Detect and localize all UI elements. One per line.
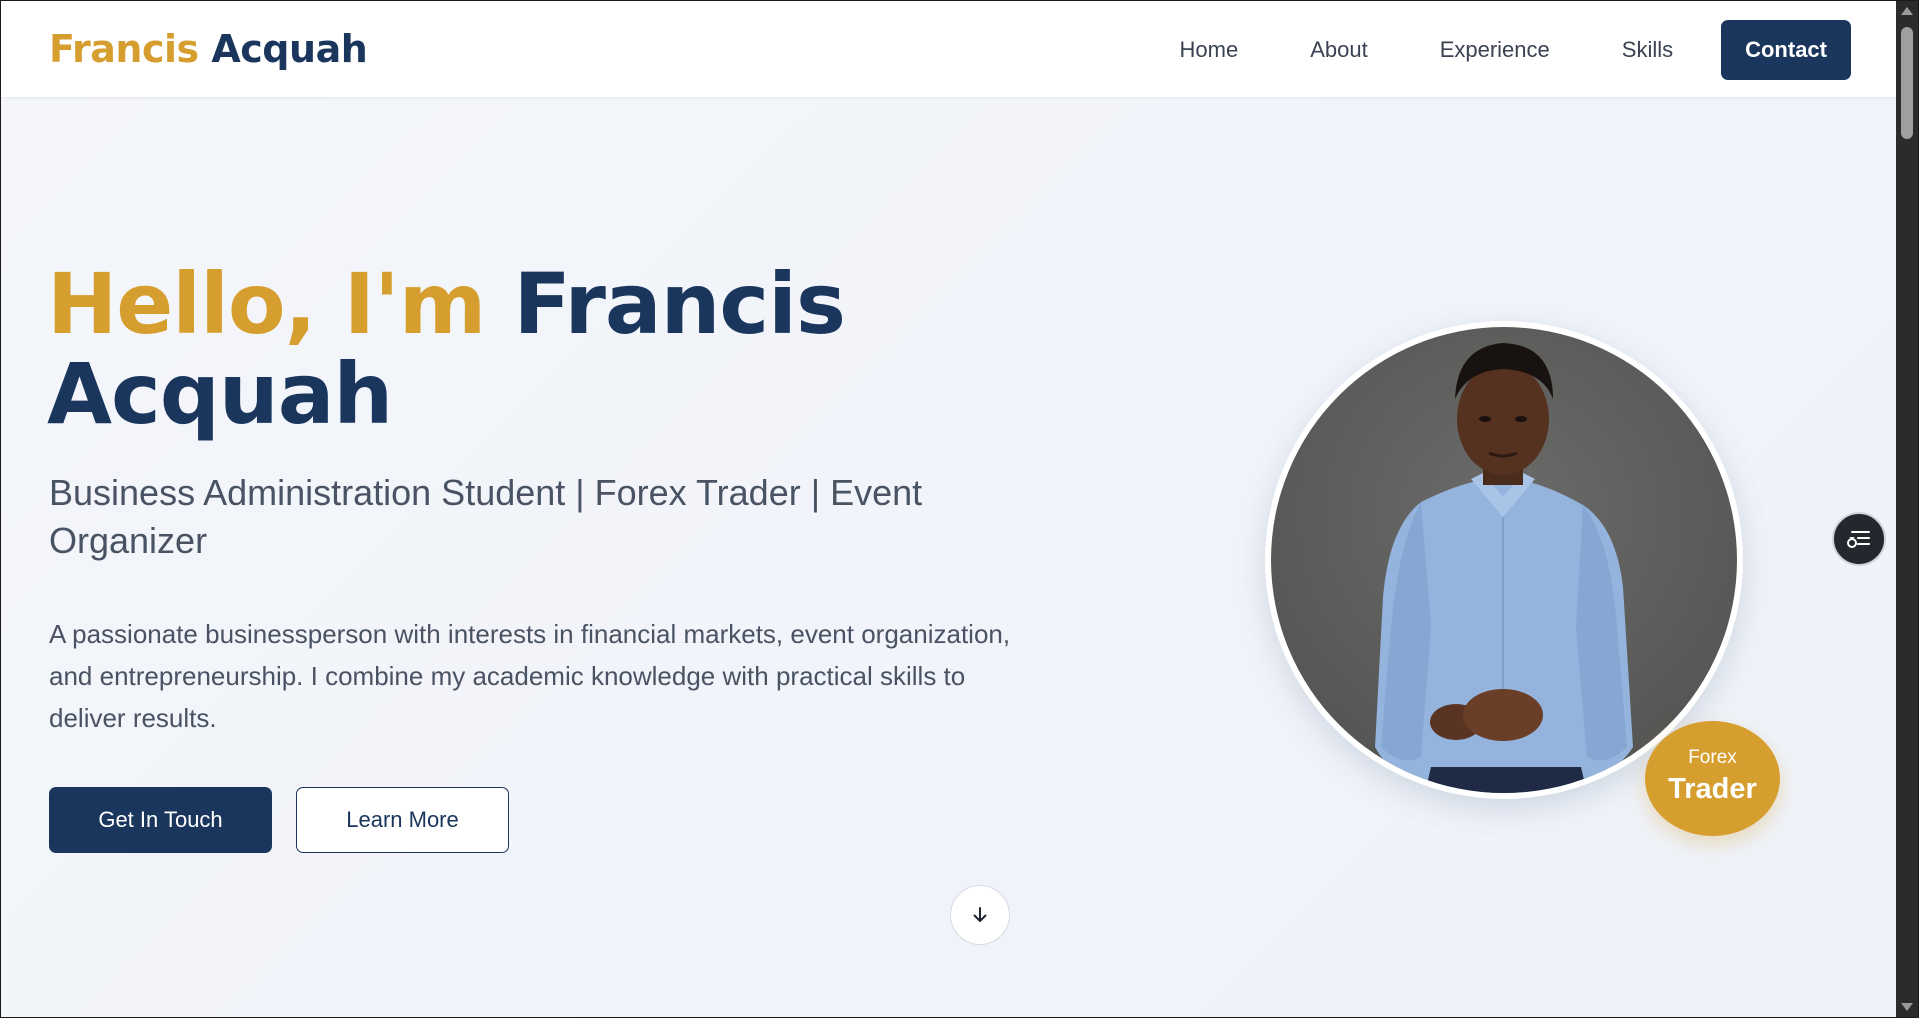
logo-last-name: Acquah — [211, 27, 368, 71]
nav-links: Home About Experience Skills Contact — [1180, 20, 1851, 80]
scroll-thumb[interactable] — [1901, 27, 1913, 139]
profile-photo — [1271, 327, 1737, 793]
reader-menu-icon — [1847, 531, 1870, 548]
hero-title: Hello, I'm Francis Acquah — [47, 259, 947, 439]
badge-label-small: Forex — [1688, 747, 1737, 768]
hero-greeting: Hello, I'm — [47, 255, 486, 353]
contact-button[interactable]: Contact — [1721, 20, 1851, 80]
scrollbar[interactable] — [1896, 1, 1918, 1017]
page: Francis Acquah Home About Experience Ski… — [0, 0, 1919, 1018]
nav-link-home[interactable]: Home — [1180, 37, 1239, 63]
nav-link-experience[interactable]: Experience — [1440, 37, 1550, 63]
profile-photo-frame — [1265, 321, 1743, 799]
reader-menu-button[interactable] — [1832, 512, 1886, 566]
scroll-down-arrow-icon[interactable] — [1901, 1003, 1913, 1011]
logo[interactable]: Francis Acquah — [49, 27, 368, 71]
scroll-up-arrow-icon[interactable] — [1901, 7, 1913, 15]
learn-more-button[interactable]: Learn More — [296, 787, 509, 853]
nav-link-skills[interactable]: Skills — [1622, 37, 1673, 63]
nav-link-about[interactable]: About — [1310, 37, 1368, 63]
top-nav: Francis Acquah Home About Experience Ski… — [1, 1, 1897, 98]
arrow-down-icon — [973, 907, 987, 922]
badge-label-big: Trader — [1668, 773, 1757, 805]
hero-subtitle: Business Administration Student | Forex … — [49, 472, 923, 561]
person-illustration — [1375, 343, 1633, 793]
logo-first-name: Francis — [49, 27, 199, 71]
hero-description: A passionate businessperson with interes… — [49, 619, 1011, 733]
scroll-down-button[interactable] — [950, 885, 1010, 945]
forex-trader-badge: Forex Trader — [1645, 721, 1780, 836]
get-in-touch-button[interactable]: Get In Touch — [49, 787, 272, 853]
